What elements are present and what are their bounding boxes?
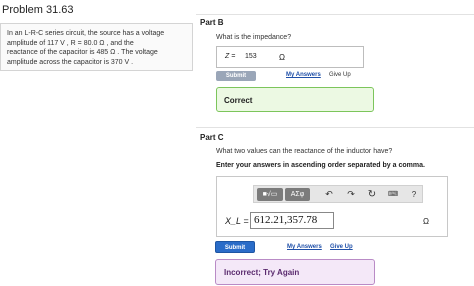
problem-line-4: amplitude across the capacitor is 370 V …	[7, 58, 134, 66]
divider	[196, 14, 474, 15]
part-c-question: What two values can the reactance of the…	[216, 148, 393, 155]
part-c-answer-box: ■√▭ ΑΣφ ↶ ↷ ↻ ⌨ ? X_L = 612.21,357.78 Ω	[216, 176, 448, 237]
part-b-feedback-correct: Correct	[216, 87, 374, 112]
redo-icon[interactable]: ↷	[344, 188, 358, 201]
part-c-give-up-link[interactable]: Give Up	[330, 244, 353, 250]
part-c-heading: Part C	[200, 133, 224, 142]
divider	[196, 127, 474, 128]
part-b-answer-box: Z = 153 Ω	[216, 46, 364, 68]
correct-text: Correct	[224, 96, 253, 105]
part-c-my-answers-link[interactable]: My Answers	[287, 244, 322, 250]
keyboard-icon[interactable]: ⌨	[386, 188, 400, 201]
part-c-feedback-incorrect: Incorrect; Try Again	[215, 259, 375, 285]
part-b-heading: Part B	[200, 18, 224, 27]
inductor-reactance-label: X_L =	[225, 216, 249, 226]
inductor-reactance-unit: Ω	[423, 217, 429, 226]
problem-line-2: amplitude of 117 V , R = 80.0 Ω , and th…	[7, 39, 134, 47]
inductor-reactance-input[interactable]: 612.21,357.78	[250, 212, 334, 229]
parts-panel: Part B What is the impedance? Z = 153 Ω …	[196, 0, 474, 286]
part-b-give-up-link[interactable]: Give Up	[329, 72, 351, 78]
impedance-value: 153	[245, 53, 257, 60]
reset-icon[interactable]: ↻	[365, 188, 379, 201]
help-icon[interactable]: ?	[407, 188, 421, 201]
part-b-submit-button[interactable]: Submit	[216, 71, 256, 81]
problem-line-3: reactance of the capacitor is 485 Ω . Th…	[7, 49, 158, 56]
templates-button[interactable]: ■√▭	[257, 188, 283, 201]
problem-line-1: In an L-R-C series circuit, the source h…	[7, 30, 165, 37]
incorrect-text: Incorrect; Try Again	[224, 268, 300, 277]
greek-symbols-button[interactable]: ΑΣφ	[285, 188, 310, 201]
part-c-instruction: Enter your answers in ascending order se…	[216, 162, 425, 169]
problem-title: Problem 31.63	[2, 4, 74, 16]
part-b-my-answers-link[interactable]: My Answers	[286, 72, 321, 78]
math-toolbar: ■√▭ ΑΣφ ↶ ↷ ↻ ⌨ ?	[253, 185, 423, 203]
problem-panel: Problem 31.63 In an L-R-C series circuit…	[0, 0, 196, 286]
impedance-label: Z =	[225, 53, 236, 60]
part-c-submit-button[interactable]: Submit	[215, 241, 255, 253]
problem-statement: In an L-R-C series circuit, the source h…	[0, 23, 193, 71]
impedance-unit: Ω	[279, 53, 285, 62]
part-b-question: What is the impedance?	[216, 34, 292, 41]
undo-icon[interactable]: ↶	[322, 188, 336, 201]
